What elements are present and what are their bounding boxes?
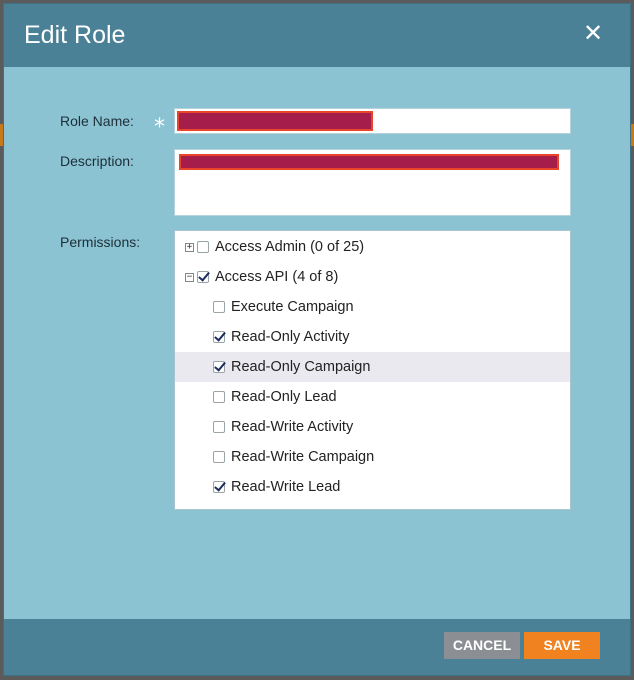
permission-row[interactable]: Read-Only Activity: [175, 322, 570, 352]
permission-checkbox[interactable]: [213, 481, 225, 493]
permission-checkbox[interactable]: [197, 241, 209, 253]
permission-label: Read-Only Campaign: [231, 359, 371, 375]
permission-row[interactable]: Read-Write Lead: [175, 472, 570, 502]
permission-label: Access Admin (0 of 25): [215, 239, 365, 255]
permission-row[interactable]: − Access API (4 of 8): [175, 262, 570, 292]
redacted-description: [179, 154, 559, 170]
permission-row[interactable]: + Access Admin (0 of 25): [175, 232, 570, 262]
permission-label: Read-Only Activity: [231, 329, 350, 345]
description-textarea[interactable]: [174, 149, 571, 216]
permission-checkbox[interactable]: [213, 391, 225, 403]
permission-label: Access API (4 of 8): [215, 269, 339, 285]
role-name-input[interactable]: [174, 108, 571, 134]
cancel-button[interactable]: CANCEL: [444, 632, 520, 659]
permission-checkbox[interactable]: [197, 271, 209, 283]
role-name-label: Role Name:: [60, 113, 134, 129]
redacted-role-name: [177, 111, 373, 131]
permissions-tree: + Access Admin (0 of 25) − Access API (4 of…: [174, 230, 571, 510]
permissions-label: Permissions:: [60, 234, 141, 250]
permission-label: Read-Only Lead: [231, 389, 337, 405]
permission-checkbox[interactable]: [213, 421, 225, 433]
dialog-title: Edit Role: [24, 21, 126, 49]
permission-row[interactable]: Execute Campaign: [175, 292, 570, 322]
permission-label: Execute Campaign: [231, 299, 354, 315]
required-asterisk: *: [154, 115, 165, 140]
save-button[interactable]: SAVE: [524, 632, 600, 659]
dialog-header: Edit Role ✕: [4, 4, 630, 67]
permission-label: Read-Write Campaign: [231, 449, 375, 465]
permission-row[interactable]: Read-Write Activity: [175, 412, 570, 442]
expand-icon[interactable]: +: [185, 242, 194, 252]
permission-checkbox[interactable]: [213, 331, 225, 343]
edit-role-dialog: Edit Role ✕ Role Name: * Description: Pe…: [3, 3, 631, 676]
collapse-icon[interactable]: −: [185, 272, 194, 282]
permission-row[interactable]: Read-Only Lead: [175, 382, 570, 412]
permission-label: Read-Write Lead: [231, 479, 341, 495]
permission-checkbox[interactable]: [213, 451, 225, 463]
dialog-footer: CANCEL SAVE: [4, 619, 630, 675]
permission-checkbox[interactable]: [213, 301, 225, 313]
description-label: Description:: [60, 153, 134, 169]
permission-checkbox[interactable]: [213, 361, 225, 373]
close-icon[interactable]: ✕: [582, 21, 604, 45]
permission-label: Read-Write Activity: [231, 419, 354, 435]
permission-row[interactable]: Read-Write Campaign: [175, 442, 570, 472]
permission-row[interactable]: Read-Only Campaign: [175, 352, 570, 382]
